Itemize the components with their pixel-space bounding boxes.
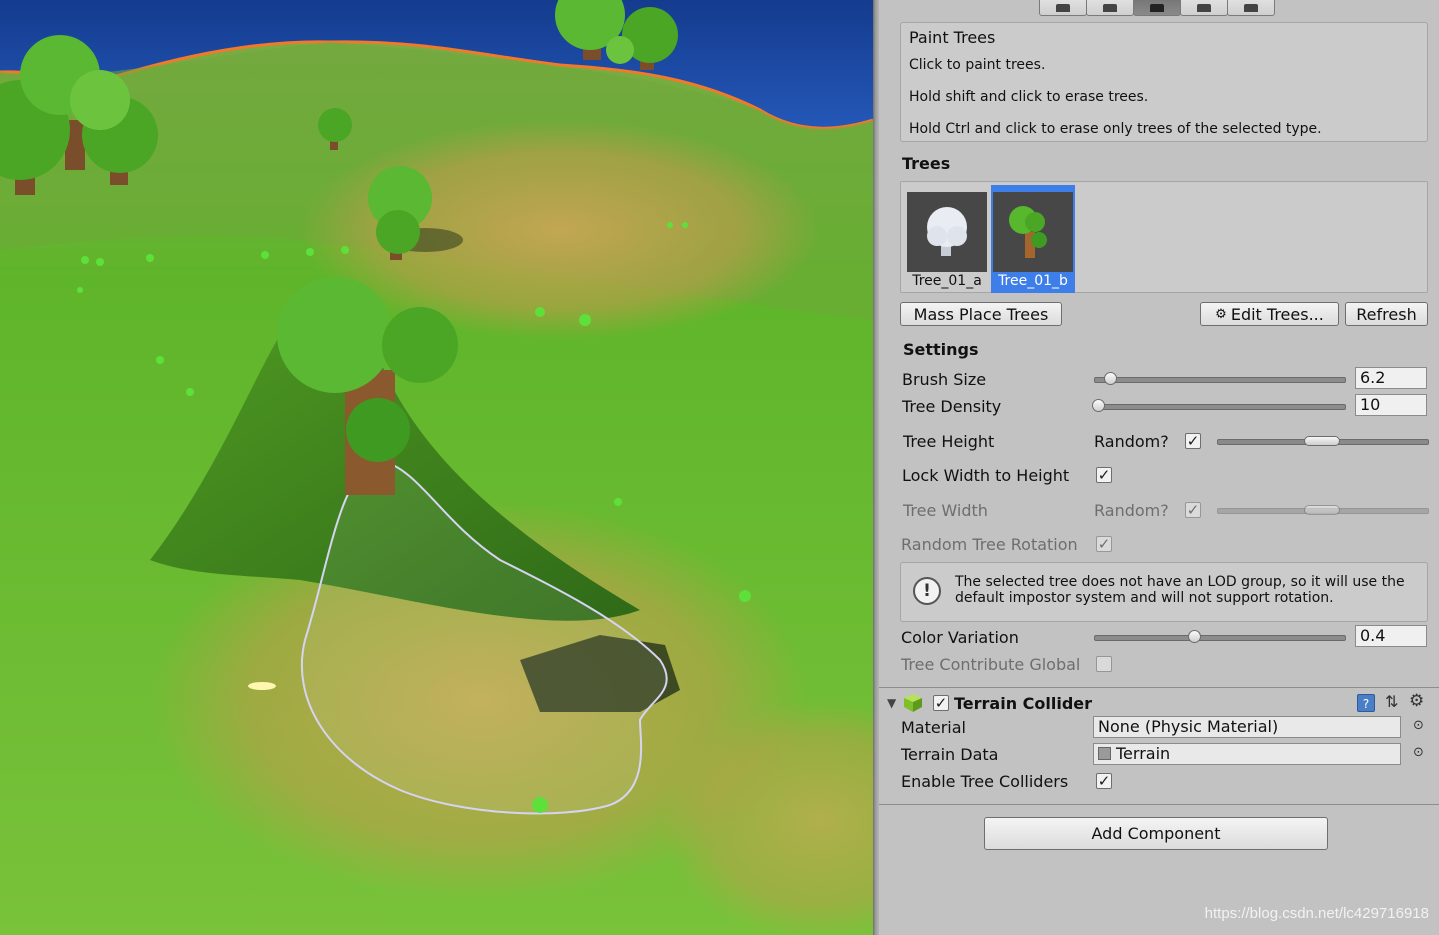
color-variation-field[interactable]: 0.4 [1355, 625, 1427, 647]
color-variation-slider-knob[interactable] [1188, 630, 1201, 643]
gear-icon [1244, 4, 1258, 12]
gear-icon: ⚙ [1215, 306, 1227, 322]
edit-trees-button[interactable]: ⚙ Edit Trees... [1200, 302, 1339, 326]
scene-view[interactable] [0, 0, 873, 935]
terrain-data-label: Terrain Data [901, 745, 999, 764]
tree-name: Tree_01_b [998, 273, 1068, 289]
component-separator [879, 687, 1439, 688]
tree-thumbnail [907, 192, 987, 272]
tree-prototype-list: Tree_01_a Tree_01_b [900, 181, 1428, 293]
enable-tree-colliders-checkbox[interactable]: ✓ [1096, 773, 1112, 789]
terrain-collider-title: Terrain Collider [954, 694, 1093, 713]
brush-icon [1103, 4, 1117, 12]
contribute-gi-checkbox [1096, 656, 1112, 672]
tree-height-range-handle[interactable] [1304, 436, 1340, 446]
presets-icon[interactable]: ⇅ [1385, 692, 1398, 711]
tree-density-label: Tree Density [902, 397, 1002, 416]
brush-size-label: Brush Size [902, 370, 987, 389]
tool-paint-texture[interactable] [1086, 0, 1134, 16]
lock-width-label: Lock Width to Height [902, 466, 1070, 485]
tree-width-label: Tree Width [903, 501, 988, 520]
tree-density-slider-knob[interactable] [1092, 399, 1105, 412]
tree-height-random-label: Random? [1094, 432, 1169, 451]
material-field[interactable]: None (Physic Material) [1093, 716, 1401, 738]
random-rotation-label: Random Tree Rotation [901, 535, 1078, 554]
color-variation-slider[interactable] [1094, 635, 1346, 641]
enable-tree-colliders-label: Enable Tree Colliders [901, 772, 1069, 791]
object-picker-icon[interactable]: ⊙ [1413, 745, 1424, 760]
component-separator [879, 804, 1439, 805]
tree-prototype-item-selected[interactable]: Tree_01_b [991, 185, 1075, 293]
brush-size-slider[interactable] [1094, 377, 1346, 383]
tree-icon [1150, 4, 1164, 12]
lock-width-checkbox[interactable]: ✓ [1096, 467, 1112, 483]
lod-warning-box: ! The selected tree does not have an LOD… [900, 562, 1428, 622]
terrain-data-value: Terrain [1116, 744, 1171, 763]
paint-trees-help: Paint Trees Click to paint trees. Hold s… [900, 22, 1428, 142]
tool-terrain-settings[interactable] [1227, 0, 1275, 16]
refresh-button[interactable]: Refresh [1345, 302, 1428, 326]
mass-place-trees-button[interactable]: Mass Place Trees [900, 302, 1062, 326]
random-rotation-checkbox: ✓ [1096, 535, 1112, 553]
terrain-asset-icon [1098, 747, 1111, 760]
help-line: Hold Ctrl and click to erase only trees … [909, 121, 1322, 137]
tree-density-slider[interactable] [1094, 404, 1346, 410]
help-line: Hold shift and click to erase trees. [909, 89, 1149, 105]
help-line: Click to paint trees. [909, 57, 1046, 73]
contribute-gi-label: Tree Contribute Global [901, 655, 1081, 674]
watermark: https://blog.csdn.net/lc429716918 [1204, 905, 1429, 922]
inspector-panel: Paint Trees Click to paint trees. Hold s… [879, 0, 1439, 935]
tree-width-random-label: Random? [1094, 501, 1169, 520]
tree-width-range-handle [1304, 505, 1340, 515]
brush-size-field[interactable]: 6.2 [1355, 367, 1427, 389]
settings-header: Settings [903, 340, 979, 359]
help-title: Paint Trees [909, 28, 996, 47]
tree-name: Tree_01_a [912, 273, 982, 289]
tool-raise-terrain[interactable] [1039, 0, 1087, 16]
tree-height-label: Tree Height [903, 432, 995, 451]
terrain-tool-strip [1039, 0, 1275, 16]
tool-paint-trees[interactable] [1133, 0, 1181, 16]
tree-prototype-item[interactable]: Tree_01_a [905, 189, 989, 289]
lod-warning-text: The selected tree does not have an LOD g… [955, 574, 1405, 606]
component-settings-gear-icon[interactable]: ⚙ [1409, 691, 1424, 711]
edit-trees-label: Edit Trees... [1230, 304, 1324, 324]
add-component-button[interactable]: Add Component [984, 817, 1328, 850]
mountain-icon [1056, 4, 1070, 12]
foldout-arrow-icon[interactable]: ▼ [887, 696, 896, 710]
tree-width-random-checkbox: ✓ [1185, 501, 1201, 519]
material-label: Material [901, 718, 966, 737]
tree-density-field[interactable]: 10 [1355, 394, 1427, 416]
brush-size-slider-knob[interactable] [1104, 372, 1117, 385]
terrain-collider-cube-icon [903, 693, 923, 713]
trees-header: Trees [902, 154, 951, 173]
tool-paint-details[interactable] [1180, 0, 1228, 16]
color-variation-label: Color Variation [901, 628, 1019, 647]
terrain-data-field[interactable]: Terrain [1093, 743, 1401, 765]
flower-icon [1197, 4, 1211, 12]
tree-height-random-checkbox[interactable]: ✓ [1185, 433, 1201, 449]
object-picker-icon[interactable]: ⊙ [1413, 718, 1424, 733]
help-book-icon[interactable]: ? [1357, 694, 1375, 712]
warning-icon: ! [913, 577, 941, 605]
terrain-collider-enabled-checkbox[interactable]: ✓ [933, 695, 949, 711]
tree-thumbnail [993, 192, 1073, 272]
